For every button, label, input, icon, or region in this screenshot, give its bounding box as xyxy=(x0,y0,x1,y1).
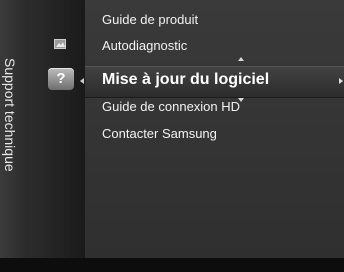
menu-item-software-update[interactable]: Mise à jour du logiciel xyxy=(102,71,269,89)
right-arrow-icon[interactable] xyxy=(339,78,343,84)
menu-item-hd-connection-guide[interactable]: Guide de connexion HD xyxy=(102,99,240,114)
menu-category-label: Support technique xyxy=(2,58,18,172)
left-arrow-icon xyxy=(80,78,84,84)
menu-item-self-diagnosis[interactable]: Autodiagnostic xyxy=(102,38,187,53)
menu-item-product-guide[interactable]: Guide de produit xyxy=(102,12,198,27)
bottom-bar xyxy=(0,258,344,272)
help-icon[interactable]: ? xyxy=(48,68,74,90)
menu-item-contact-samsung[interactable]: Contacter Samsung xyxy=(102,126,217,141)
picture-icon[interactable] xyxy=(54,39,66,49)
scroll-up-arrow-icon[interactable] xyxy=(238,57,244,61)
